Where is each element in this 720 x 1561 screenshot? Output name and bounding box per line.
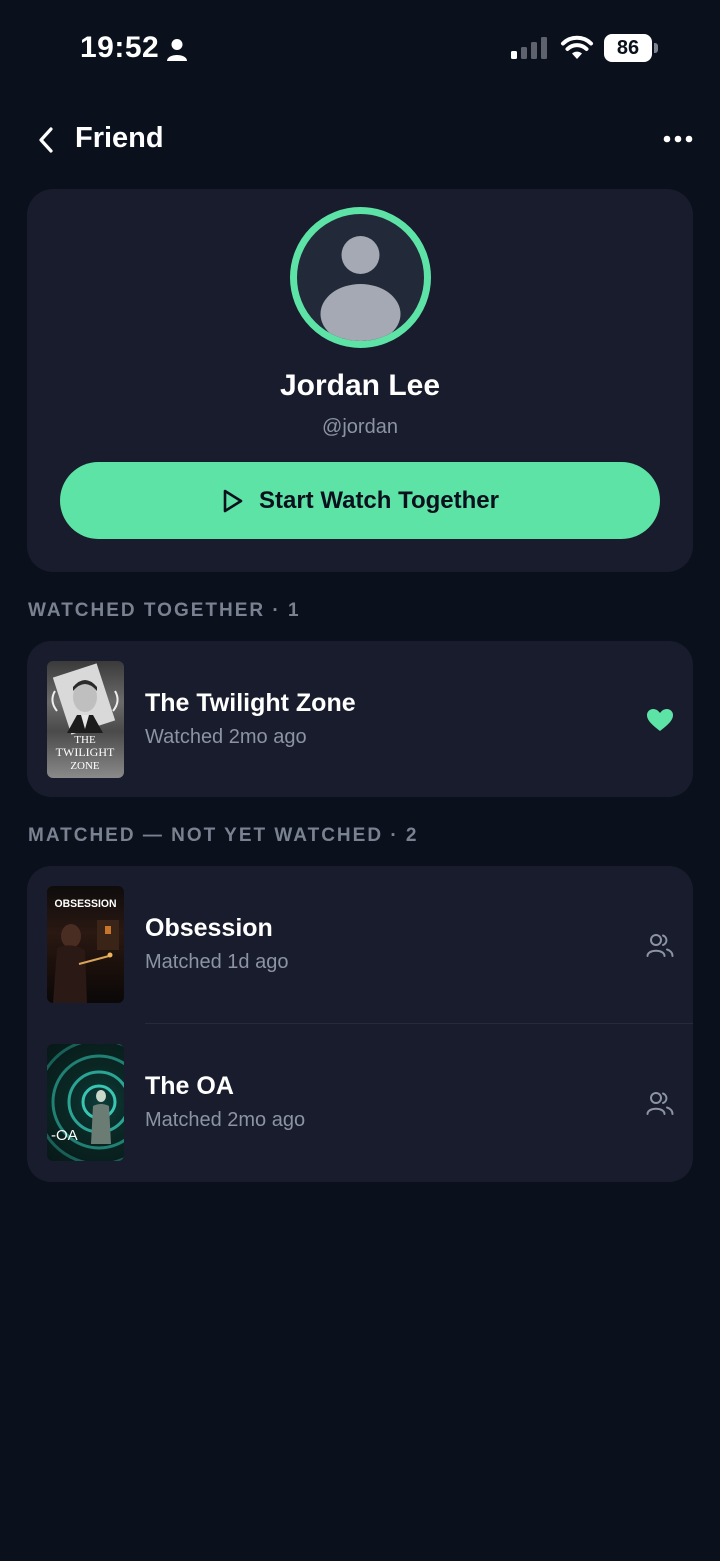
item-title: Obsession (145, 914, 273, 942)
watched-together-list: THE TWILIGHT ZONE The Twilight Zone Watc… (27, 641, 693, 797)
ellipsis-icon (663, 135, 693, 143)
friend-handle: @jordan (322, 416, 398, 438)
item-subtitle: Matched 2mo ago (145, 1109, 306, 1131)
page-title: Friend (75, 122, 164, 154)
obsession-poster-art: OBSESSION (53, 898, 119, 1003)
matched-not-watched-list: OBSESSION Obsession Matched 1d ago -OA T… (27, 866, 693, 1182)
more-options-button[interactable] (656, 124, 700, 154)
list-item-twilight-zone[interactable]: THE TWILIGHT ZONE The Twilight Zone Watc… (27, 641, 693, 797)
nav-bar: Friend (0, 110, 720, 170)
wifi-icon (561, 35, 593, 59)
people-icon (646, 934, 674, 957)
poster-the-oa: -OA (47, 1044, 124, 1161)
poster-twilight-zone: THE TWILIGHT ZONE (47, 661, 124, 778)
list-item-the-oa[interactable]: -OA The OA Matched 2mo ago (27, 1024, 693, 1182)
status-bar: 19:52 86 (0, 0, 720, 96)
back-button[interactable] (30, 122, 62, 158)
matched-not-watched-header: MATCHED — NOT YET WATCHED · 2 (28, 825, 419, 846)
status-time: 19:52 (80, 31, 160, 64)
profile-card: Jordan Lee @jordan Start Watch Together (27, 189, 693, 572)
favorite-button[interactable] (643, 705, 677, 735)
item-title: The OA (145, 1072, 234, 1100)
battery-indicator: 86 (604, 34, 658, 62)
watch-together-people-button[interactable] (643, 1088, 677, 1118)
twilight-zone-poster-art: THE TWILIGHT ZONE (51, 663, 119, 772)
poster-title-line-3: ZONE (70, 760, 100, 772)
cellular-signal-icon (511, 37, 547, 59)
play-icon (223, 489, 243, 512)
poster-title: -OA (51, 1127, 78, 1144)
battery-tip (654, 43, 658, 53)
list-item-obsession[interactable]: OBSESSION Obsession Matched 1d ago (27, 866, 693, 1024)
item-subtitle: Matched 1d ago (145, 951, 289, 973)
start-watch-together-button[interactable]: Start Watch Together (60, 462, 660, 539)
poster-obsession: OBSESSION (47, 886, 124, 1003)
person-icon (167, 39, 187, 61)
friend-name: Jordan Lee (279, 369, 441, 402)
chevron-left-icon (39, 127, 53, 153)
watched-together-header: WATCHED TOGETHER · 1 (28, 600, 301, 621)
battery-level: 86 (604, 34, 652, 62)
avatar (290, 207, 431, 348)
user-silhouette-icon (320, 236, 401, 341)
poster-title: OBSESSION (55, 898, 117, 910)
the-oa-poster-art: -OA (47, 1044, 124, 1161)
poster-title-line-2: TWILIGHT (56, 745, 115, 759)
item-subtitle: Watched 2mo ago (145, 726, 307, 748)
item-title: The Twilight Zone (145, 689, 356, 717)
start-watch-together-label: Start Watch Together (258, 486, 499, 514)
watch-together-people-button[interactable] (643, 930, 677, 960)
heart-icon (647, 709, 673, 731)
people-icon (646, 1092, 674, 1115)
